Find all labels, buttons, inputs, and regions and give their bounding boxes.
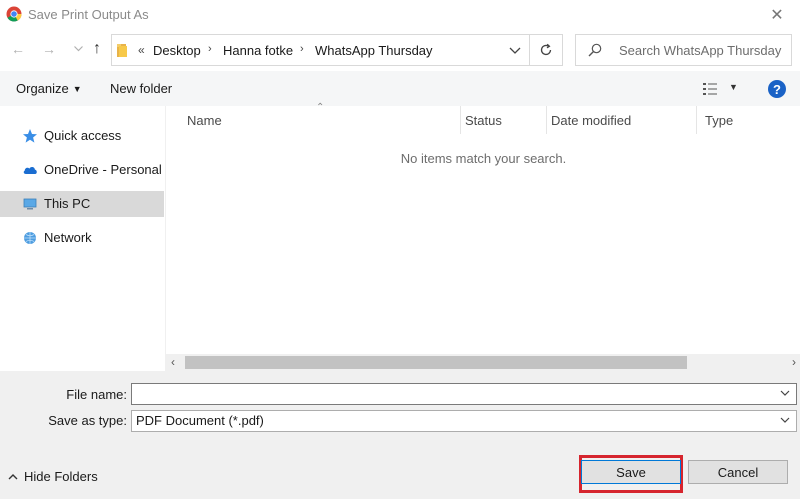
back-arrow-icon: ← [11,41,25,57]
chevron-right-icon: › [208,43,212,55]
title-bar: Save Print Output As ✕ [0,0,800,29]
chevron-down-icon [73,46,83,52]
sidebar-item-label: This PC [44,196,91,211]
column-label: Type [705,113,734,128]
sidebar-item-onedrive[interactable]: OneDrive - Personal [0,157,164,183]
save-as-type-value: PDF Document (*.pdf) [136,413,264,428]
chevron-down-icon[interactable] [780,415,790,425]
chevron-right-icon: › [300,43,304,55]
horizontal-scrollbar[interactable]: ‹ › [165,354,800,371]
up-arrow-icon: ↑ [93,40,101,57]
column-label: Status [465,113,502,128]
chevron-up-icon [8,474,18,480]
chrome-icon [6,6,22,22]
new-folder-button[interactable]: New folder [110,81,172,96]
forward-button[interactable]: → [39,39,59,59]
file-name-input[interactable] [131,383,797,405]
hide-folders-button[interactable]: Hide Folders [8,469,98,484]
star-icon [23,129,37,143]
file-name-label: File name: [66,387,127,402]
save-as-type-select[interactable]: PDF Document (*.pdf) [131,410,797,432]
column-header-name[interactable]: Name [166,106,460,134]
breadcrumb-hanna-fotke[interactable]: Hanna fotke [223,43,293,58]
chevron-down-icon[interactable] [780,388,790,398]
view-options-caret-icon[interactable]: ▼ [729,82,738,92]
sidebar-item-network[interactable]: Network [0,225,164,251]
command-toolbar: Organize ▼ New folder ▼ ? [0,71,800,106]
scroll-left-icon[interactable]: ‹ [171,355,175,369]
file-list[interactable]: ⌃ Name Status Date modified Type No item… [165,102,800,354]
chevron-down-icon[interactable] [509,44,521,56]
column-label: Name [187,113,222,128]
sidebar-item-label: OneDrive - Personal [44,162,162,177]
breadcrumb-whatsapp-thursday[interactable]: WhatsApp Thursday [315,43,433,58]
save-options-panel: File name: Save as type: PDF Document (*… [0,371,800,499]
column-header-status[interactable]: Status [461,106,546,134]
scrollbar-thumb[interactable] [185,356,687,369]
refresh-button[interactable] [530,34,563,66]
close-button[interactable]: ✕ [754,0,800,29]
close-icon: ✕ [770,6,784,24]
search-icon [588,43,602,57]
sidebar-item-label: Quick access [44,128,122,143]
scroll-right-icon[interactable]: › [792,355,796,369]
organize-button[interactable]: Organize ▼ [16,81,82,96]
search-box[interactable]: Search WhatsApp Thursday [575,34,792,66]
cancel-button[interactable]: Cancel [688,460,788,484]
search-placeholder: Search WhatsApp Thursday [619,43,782,58]
sidebar-item-quick-access[interactable]: Quick access [0,123,164,149]
organize-label: Organize [16,81,69,96]
refresh-icon [540,43,552,56]
forward-arrow-icon: → [42,41,56,57]
navigation-pane: Quick access OneDrive - Personal This PC… [0,106,165,371]
empty-state-message: No items match your search. [400,151,567,166]
navigation-bar: ← → ↑ « Desktop › Hanna fotke › WhatsApp… [0,29,800,71]
recent-locations-button[interactable] [68,39,88,59]
hide-folders-label: Hide Folders [24,469,98,484]
help-button[interactable]: ? [768,80,786,98]
cloud-icon [23,167,37,174]
column-label: Date modified [551,113,632,128]
address-bar[interactable]: « Desktop › Hanna fotke › WhatsApp Thurs… [111,34,530,66]
folder-icon [117,44,127,57]
up-button[interactable]: ↑ [87,39,107,59]
overflow-icon[interactable]: « [138,43,145,57]
save-as-type-label: Save as type: [48,413,127,428]
window-title: Save Print Output As [28,7,149,22]
back-button[interactable]: ← [8,39,28,59]
breadcrumb-desktop[interactable]: Desktop [153,43,201,58]
sidebar-item-this-pc[interactable]: This PC [0,191,164,217]
caret-down-icon: ▼ [72,84,82,94]
computer-icon [23,198,37,210]
view-details-icon[interactable] [702,82,718,96]
column-header-date-modified[interactable]: Date modified [547,106,696,134]
network-icon [24,232,36,244]
save-button[interactable]: Save [581,460,681,484]
sidebar-item-label: Network [44,230,92,245]
column-header-type[interactable]: Type [697,106,800,134]
